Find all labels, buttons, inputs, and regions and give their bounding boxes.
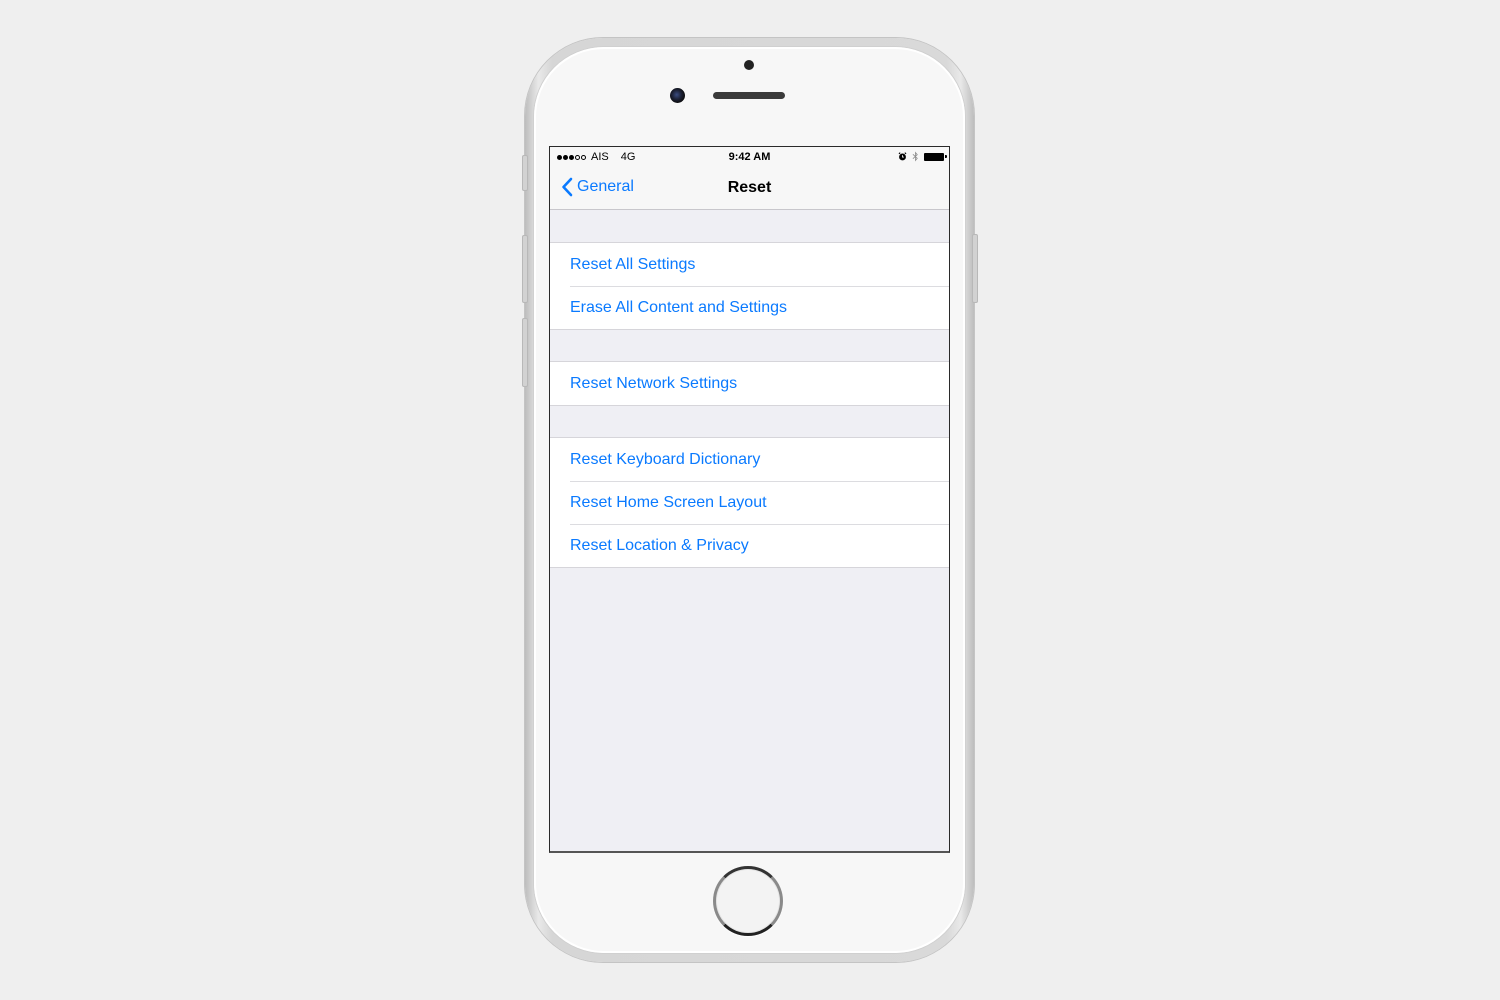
status-bar: AIS 4G 9:42 AM [550,147,949,167]
reset-location-privacy-button[interactable]: Reset Location & Privacy [550,524,949,567]
navigation-bar: General Reset [550,167,949,210]
battery-icon [924,152,947,161]
reset-keyboard-dictionary-button[interactable]: Reset Keyboard Dictionary [550,438,949,481]
home-button[interactable] [713,866,783,936]
settings-group-general-reset: Reset All Settings Erase All Content and… [550,242,949,330]
reset-network-settings-button[interactable]: Reset Network Settings [550,362,949,405]
settings-group-other: Reset Keyboard Dictionary Reset Home Scr… [550,437,949,568]
cell-label: Reset Network Settings [570,375,738,392]
mute-switch[interactable] [522,155,528,191]
front-camera-icon [670,88,685,103]
screen: AIS 4G 9:42 AM General Reset Reset All S… [549,146,950,853]
alarm-icon [898,152,907,161]
cell-label: Reset Keyboard Dictionary [570,451,761,468]
power-button[interactable] [972,234,978,303]
erase-all-content-button[interactable]: Erase All Content and Settings [550,286,949,329]
volume-down-button[interactable] [522,318,528,387]
settings-group-network: Reset Network Settings [550,361,949,406]
cell-label: Reset All Settings [570,256,696,273]
chevron-left-icon [562,177,573,197]
earpiece-speaker [713,92,785,99]
back-button-label: General [577,178,634,195]
reset-home-screen-layout-button[interactable]: Reset Home Screen Layout [550,481,949,524]
cell-label: Erase All Content and Settings [570,299,788,316]
reset-all-settings-button[interactable]: Reset All Settings [550,243,949,286]
bluetooth-icon [912,151,918,162]
cell-label: Reset Home Screen Layout [570,494,767,511]
cell-label: Reset Location & Privacy [570,537,749,554]
status-time: 9:42 AM [728,151,771,163]
back-button[interactable]: General [561,177,634,197]
volume-up-button[interactable] [522,235,528,303]
proximity-sensor [744,60,754,70]
